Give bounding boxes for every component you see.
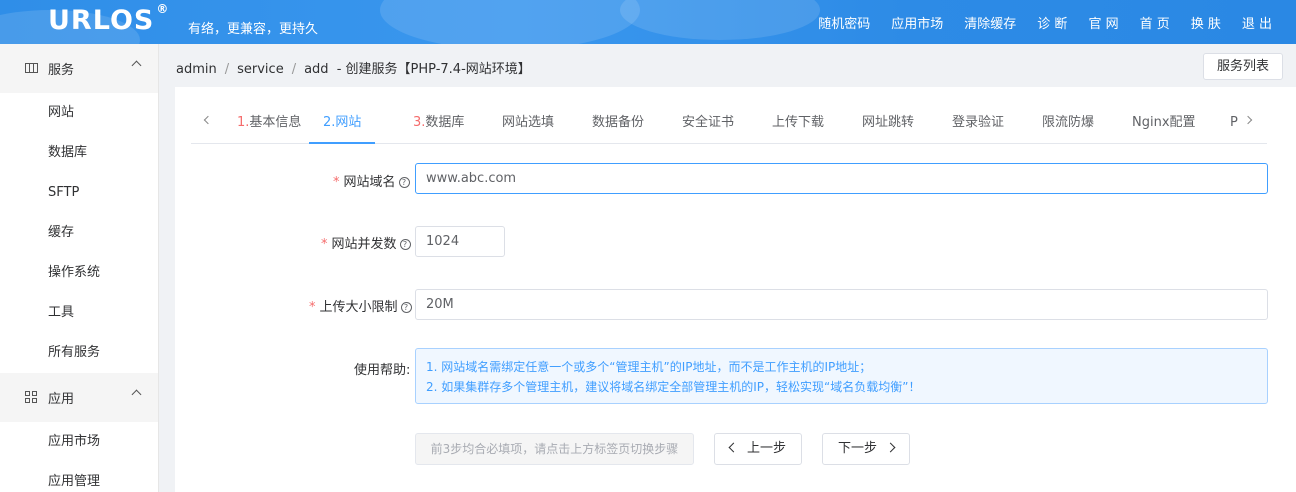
chevron-up-icon [131,389,142,400]
header-cloud-decoration [380,0,640,44]
sidebar-item-tools[interactable]: 工具 [0,293,158,333]
chevron-right-icon [885,442,896,453]
help-question-icon[interactable]: ? [398,177,410,188]
upload-limit-input[interactable]: 20M [415,289,1268,320]
breadcrumb-service[interactable]: service [237,62,284,77]
header-slogan: 有络，更兼容，更持久 [188,22,319,37]
help-line: 1. 网站域名需绑定任意一个或多个“管理主机”的IP地址，而不是工作主机的IP地… [426,360,872,374]
sidebar-item-sftp[interactable]: SFTP [0,173,158,213]
concurrency-input[interactable]: 1024 [415,226,505,257]
header-cloud-decoration [620,0,820,40]
required-steps-hint-button: 前3步均合必填项，请点击上方标签页切换步骤 [415,433,694,465]
nav-official-site[interactable]: 官 网 [1088,13,1118,32]
tab-scroll-left-icon[interactable] [203,115,213,125]
top-nav: 随机密码 应用市场 清除缓存 诊 断 官 网 首 页 换 肤 退 出 [818,0,1296,44]
sidebar-item-all-services[interactable]: 所有服务 [0,333,158,373]
help-line: 2. 如果集群存多个管理主机，建议将域名绑定全部管理主机的IP，轻松实现“域名负… [426,380,921,394]
tab-scroll-right-icon[interactable] [1243,115,1253,125]
concurrency-label: * 网站并发数? [321,233,411,252]
tab-rate-limit[interactable]: 限流防爆 [1042,101,1094,144]
step-tabs: 1.基本信息 2.网站 3.数据库 网站选填 数据备份 安全证书 上传下载 网址… [191,101,1267,144]
help-question-icon[interactable]: ? [400,302,412,313]
tab-database[interactable]: 3.数据库 [413,101,464,144]
tab-more[interactable]: P [1230,101,1238,144]
tab-ssl[interactable]: 安全证书 [682,101,734,144]
sidebar-item-website[interactable]: 网站 [0,93,158,133]
sidebar-item-cache[interactable]: 缓存 [0,213,158,253]
apps-grid-icon [24,390,38,405]
nav-skin[interactable]: 换 肤 [1191,13,1221,32]
help-box: 1. 网站域名需绑定任意一个或多个“管理主机”的IP地址，而不是工作主机的IP地… [415,348,1268,404]
breadcrumb-admin[interactable]: admin [176,62,217,77]
create-service-card: 1.基本信息 2.网站 3.数据库 网站选填 数据备份 安全证书 上传下载 网址… [175,87,1296,492]
nav-home[interactable]: 首 页 [1140,13,1170,32]
tab-nginx-config[interactable]: Nginx配置 [1132,101,1196,144]
sidebar-item-app-manage[interactable]: 应用管理 [0,462,158,492]
nav-clear-cache[interactable]: 清除缓存 [964,13,1016,32]
nav-app-market[interactable]: 应用市场 [891,13,943,32]
sidebar-group-label: 应用 [48,392,75,407]
prev-step-button[interactable]: 上一步 [714,433,802,465]
top-header: URLOS ® 有络，更兼容，更持久 随机密码 应用市场 清除缓存 诊 断 官 网… [0,0,1296,44]
urlos-logo[interactable]: URLOS ® [48,2,169,36]
nav-random-password[interactable]: 随机密码 [818,13,870,32]
tab-upload-download[interactable]: 上传下载 [772,101,824,144]
chevron-up-icon [131,60,142,71]
breadcrumb: admin / service / add - 创建服务【PHP-7.4-网站环境】 [176,62,531,77]
upload-limit-label: * 上传大小限制? [309,296,412,315]
help-question-icon[interactable]: ? [399,239,411,250]
tab-website-optional[interactable]: 网站选填 [502,101,554,144]
breadcrumb-add: add [304,62,329,77]
sidebar-group-service[interactable]: 服务 [0,44,158,93]
tab-login-auth[interactable]: 登录验证 [952,101,1004,144]
help-label: 使用帮助: [354,363,411,378]
sidebar-item-database[interactable]: 数据库 [0,133,158,173]
page-title: - 创建服务【PHP-7.4-网站环境】 [336,62,531,77]
service-icon [24,62,38,76]
nav-logout[interactable]: 退 出 [1242,13,1272,32]
sidebar-item-os[interactable]: 操作系统 [0,253,158,293]
tab-redirect[interactable]: 网址跳转 [862,101,914,144]
chevron-left-icon [728,442,739,453]
domain-label: * 网站域名? [333,171,410,190]
sidebar-group-apps[interactable]: 应用 [0,373,158,422]
sidebar-item-app-market[interactable]: 应用市场 [0,422,158,462]
service-list-button[interactable]: 服务列表 [1203,53,1283,80]
tab-backup[interactable]: 数据备份 [592,101,644,144]
next-step-button[interactable]: 下一步 [822,433,910,465]
nav-diagnose[interactable]: 诊 断 [1037,13,1067,32]
domain-input[interactable]: www.abc.com [415,163,1268,194]
sidebar: 服务 网站 数据库 SFTP 缓存 操作系统 工具 所有服务 应用 应用市场 应… [0,44,159,492]
sidebar-group-label: 服务 [48,63,75,78]
tab-basic-info[interactable]: 1.基本信息 [237,101,301,144]
tab-website[interactable]: 2.网站 [309,101,376,144]
